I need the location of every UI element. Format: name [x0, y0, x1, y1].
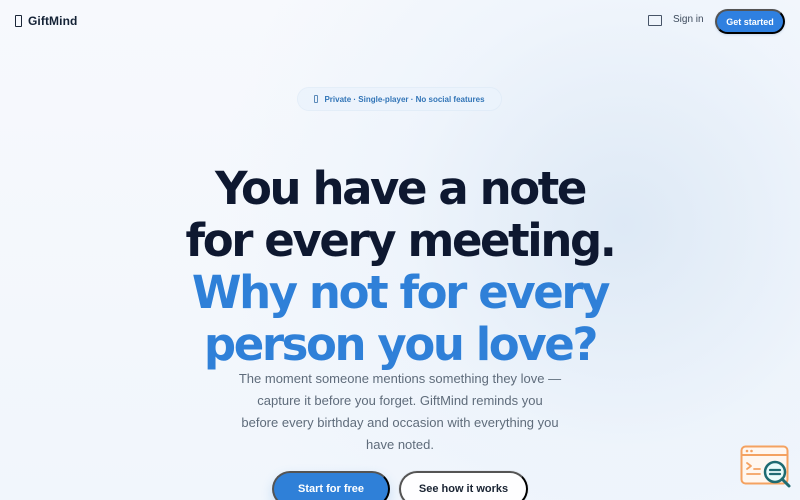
- subtitle-line-2: capture it before you forget. GiftMind r…: [257, 393, 543, 408]
- privacy-badge: Private · Single-player · No social feat…: [298, 88, 501, 110]
- get-started-button[interactable]: Get started: [715, 9, 785, 34]
- brand-logo[interactable]: GiftMind: [15, 13, 77, 29]
- headline-line-1: You have a note: [214, 162, 587, 216]
- top-navigation: GiftMind Sign in Get started: [0, 0, 800, 43]
- headline-line-2: for every meeting.: [185, 214, 617, 268]
- start-for-free-button[interactable]: Start for free: [272, 471, 390, 500]
- lock-icon: [314, 95, 319, 103]
- hero-headline: You have a note for every meeting. Why n…: [0, 163, 800, 371]
- privacy-badge-text: Private · Single-player · No social feat…: [324, 94, 485, 104]
- subtitle-line-3: before every birthday and occasion with …: [241, 415, 559, 430]
- see-how-it-works-button[interactable]: See how it works: [399, 471, 528, 500]
- headline-line-3: Why not for every: [191, 266, 611, 320]
- landing-page: GiftMind Sign in Get started Private · S…: [0, 0, 800, 500]
- help-chat-icon[interactable]: [740, 445, 792, 490]
- hero-subtitle: The moment someone mentions something th…: [220, 368, 580, 456]
- headline-line-4: person you love?: [203, 318, 599, 372]
- gift-icon: [15, 15, 22, 27]
- brand-name: GiftMind: [28, 14, 78, 28]
- sign-in-link[interactable]: Sign in: [673, 14, 704, 25]
- subtitle-line-4: have noted.: [366, 437, 434, 452]
- subtitle-line-1: The moment someone mentions something th…: [238, 371, 562, 386]
- theme-toggle-icon[interactable]: [648, 15, 662, 26]
